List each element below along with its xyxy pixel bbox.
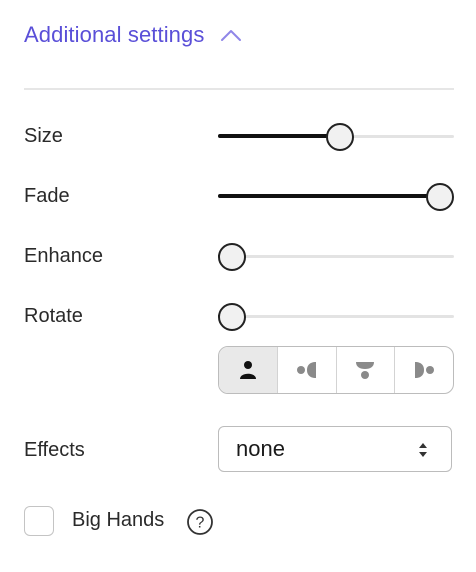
slider-track (218, 315, 454, 318)
effects-label: Effects (24, 439, 85, 461)
big-hands-label: Big Hands (72, 509, 165, 531)
enhance-slider[interactable] (218, 242, 454, 271)
enhance-label: Enhance (24, 245, 103, 267)
view-option-side-right[interactable] (394, 347, 453, 393)
effects-select[interactable]: none (218, 426, 452, 472)
side-left-view-icon (296, 362, 316, 378)
slider-thumb[interactable] (426, 183, 454, 211)
size-slider[interactable] (218, 122, 454, 151)
rotate-slider[interactable] (218, 302, 454, 331)
side-right-view-icon (415, 362, 435, 378)
additional-settings-toggle[interactable]: Additional settings (24, 22, 242, 48)
section-title: Additional settings (24, 22, 205, 47)
big-hands-checkbox[interactable] (24, 506, 54, 536)
view-segmented-control (218, 346, 454, 394)
slider-track (218, 255, 454, 258)
slider-fill (218, 194, 440, 198)
effects-selected-value: none (236, 436, 285, 461)
rotate-label: Rotate (24, 305, 83, 327)
size-label: Size (24, 125, 63, 147)
slider-fill (218, 134, 341, 138)
view-option-front[interactable] (219, 347, 277, 393)
chevron-up-icon (221, 30, 242, 41)
svg-text:?: ? (196, 515, 205, 532)
view-option-top[interactable] (335, 347, 395, 393)
top-view-icon (356, 362, 375, 379)
view-option-side-left[interactable] (276, 347, 336, 393)
slider-thumb[interactable] (218, 303, 246, 331)
front-view-icon (239, 361, 256, 379)
slider-thumb[interactable] (326, 123, 355, 151)
fade-slider[interactable] (218, 182, 454, 211)
select-arrows-icon (419, 443, 427, 457)
fade-label: Fade (24, 185, 70, 207)
slider-thumb[interactable] (218, 243, 246, 271)
section-divider (24, 88, 454, 90)
question-circle-icon[interactable]: ? (186, 508, 214, 536)
